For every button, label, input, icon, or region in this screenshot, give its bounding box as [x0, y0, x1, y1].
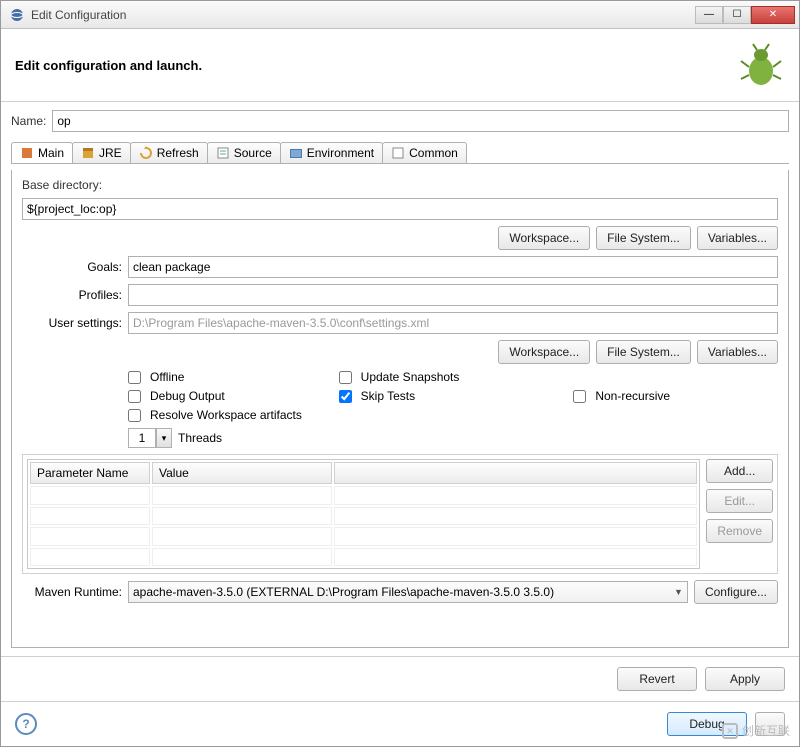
help-icon[interactable]: ? — [15, 713, 37, 735]
tab-label: JRE — [99, 146, 122, 160]
eclipse-icon — [9, 7, 25, 23]
remove-param-button[interactable]: Remove — [706, 519, 773, 543]
offline-checkbox[interactable] — [128, 371, 141, 384]
table-row[interactable] — [30, 507, 697, 526]
maven-runtime-value: apache-maven-3.5.0 (EXTERNAL D:\Program … — [133, 585, 554, 599]
maven-runtime-select[interactable]: apache-maven-3.5.0 (EXTERNAL D:\Program … — [128, 581, 688, 603]
user-settings-label: User settings: — [22, 316, 122, 330]
debug-button[interactable]: Debug — [667, 712, 747, 736]
table-row[interactable] — [30, 527, 697, 546]
skip-tests-checkbox[interactable] — [339, 390, 352, 403]
tab-refresh[interactable]: Refresh — [130, 142, 208, 163]
base-dir-input[interactable] — [22, 198, 778, 220]
main-panel: Base directory: Workspace... File System… — [11, 170, 789, 648]
threads-label: Threads — [178, 431, 222, 445]
tab-label: Common — [409, 146, 458, 160]
tab-common[interactable]: Common — [382, 142, 467, 163]
base-dir-label: Base directory: — [22, 178, 778, 192]
profiles-label: Profiles: — [22, 288, 122, 302]
debug-output-label: Debug Output — [150, 389, 333, 403]
main-tab-icon — [20, 146, 34, 160]
name-input[interactable] — [52, 110, 789, 132]
dialog-footer: ? Debug — [1, 701, 799, 746]
settings-filesystem-button[interactable]: File System... — [596, 340, 691, 364]
tab-jre[interactable]: JRE — [72, 142, 131, 163]
maven-runtime-label: Maven Runtime: — [22, 585, 122, 599]
tab-label: Source — [234, 146, 272, 160]
base-workspace-button[interactable]: Workspace... — [498, 226, 590, 250]
header: Edit configuration and launch. — [1, 29, 799, 102]
environment-tab-icon — [289, 146, 303, 160]
update-snapshots-label: Update Snapshots — [361, 370, 568, 384]
source-tab-icon — [216, 146, 230, 160]
table-header-value[interactable]: Value — [152, 462, 332, 484]
edit-param-button[interactable]: Edit... — [706, 489, 773, 513]
skip-tests-label: Skip Tests — [361, 389, 568, 403]
update-snapshots-checkbox[interactable] — [339, 371, 352, 384]
goals-label: Goals: — [22, 260, 122, 274]
parameters-table[interactable]: Parameter Name Value — [27, 459, 700, 569]
tab-label: Refresh — [157, 146, 199, 160]
threads-step-button[interactable]: ▾ — [156, 428, 172, 448]
tab-bar: Main JRE Refresh Source Environment Comm… — [11, 142, 789, 164]
settings-variables-button[interactable]: Variables... — [697, 340, 778, 364]
base-variables-button[interactable]: Variables... — [697, 226, 778, 250]
content-area: Name: Main JRE Refresh Source Envi — [1, 102, 799, 656]
base-filesystem-button[interactable]: File System... — [596, 226, 691, 250]
tab-label: Main — [38, 146, 64, 160]
resolve-workspace-label: Resolve Workspace artifacts — [150, 408, 778, 422]
threads-value[interactable] — [128, 428, 156, 448]
header-heading: Edit configuration and launch. — [15, 58, 737, 73]
debug-output-checkbox[interactable] — [128, 390, 141, 403]
settings-workspace-button[interactable]: Workspace... — [498, 340, 590, 364]
tab-main[interactable]: Main — [11, 142, 73, 163]
non-recursive-label: Non-recursive — [595, 389, 778, 403]
tab-source[interactable]: Source — [207, 142, 281, 163]
close-button[interactable] — [755, 712, 785, 736]
add-param-button[interactable]: Add... — [706, 459, 773, 483]
table-row[interactable] — [30, 548, 697, 567]
minimize-button[interactable]: — — [695, 6, 723, 24]
table-row[interactable] — [30, 486, 697, 505]
tab-environment[interactable]: Environment — [280, 142, 383, 163]
user-settings-input[interactable] — [128, 312, 778, 334]
table-header-empty — [334, 462, 697, 484]
threads-spinner[interactable]: ▾ — [128, 428, 172, 448]
resolve-workspace-checkbox[interactable] — [128, 409, 141, 422]
apply-button[interactable]: Apply — [705, 667, 785, 691]
window-title: Edit Configuration — [31, 8, 695, 22]
titlebar: Edit Configuration — ☐ ✕ — [1, 1, 799, 29]
goals-input[interactable] — [128, 256, 778, 278]
name-label: Name: — [11, 114, 46, 128]
tab-label: Environment — [307, 146, 374, 160]
chevron-down-icon: ▼ — [674, 587, 683, 597]
maximize-button[interactable]: ☐ — [723, 6, 751, 24]
non-recursive-checkbox[interactable] — [573, 390, 586, 403]
common-tab-icon — [391, 146, 405, 160]
jre-tab-icon — [81, 146, 95, 160]
bug-icon — [737, 41, 785, 89]
configure-runtime-button[interactable]: Configure... — [694, 580, 778, 604]
close-window-button[interactable]: ✕ — [751, 6, 795, 24]
refresh-tab-icon — [139, 146, 153, 160]
dialog-window: Edit Configuration — ☐ ✕ Edit configurat… — [0, 0, 800, 747]
table-header-param[interactable]: Parameter Name — [30, 462, 150, 484]
footer-buttons: Revert Apply — [1, 656, 799, 701]
revert-button[interactable]: Revert — [617, 667, 697, 691]
offline-label: Offline — [150, 370, 333, 384]
profiles-input[interactable] — [128, 284, 778, 306]
